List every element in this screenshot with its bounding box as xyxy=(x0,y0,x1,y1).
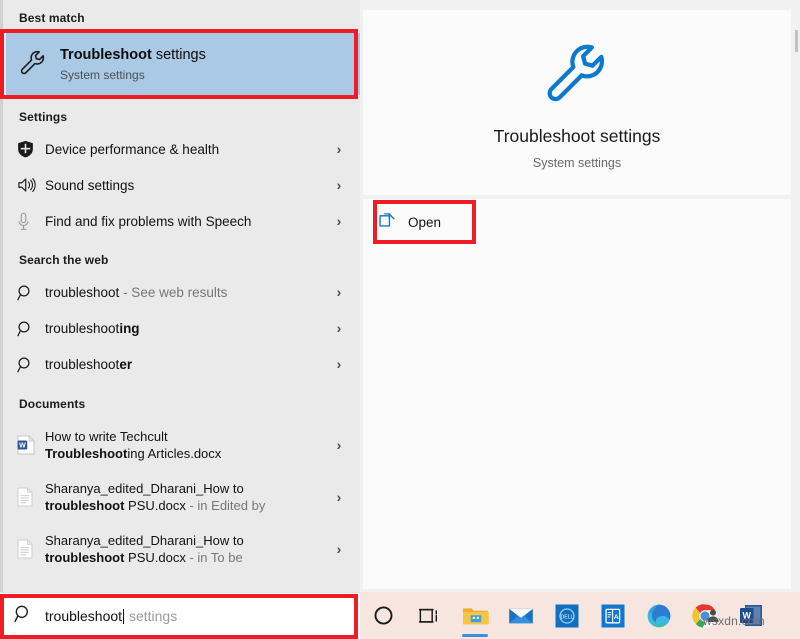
section-header-settings: Settings xyxy=(19,110,68,124)
web-result-label: troubleshooter xyxy=(45,356,133,372)
generic-document-icon xyxy=(17,485,45,509)
document-result-sharanya-edited-in-edited-by[interactable]: Sharanya_edited_Dharani_How to troublesh… xyxy=(3,471,360,523)
search-results-panel: Best match Troubleshoot settings System … xyxy=(0,0,360,592)
settings-item-label: Device performance & health xyxy=(45,141,220,157)
search-typed-text: troubleshoot xyxy=(45,608,123,624)
taskbar-active-indicator xyxy=(462,634,488,637)
document-result-text: Sharanya_edited_Dharani_How to troublesh… xyxy=(45,481,266,513)
best-match-subtitle: System settings xyxy=(60,68,145,82)
taskbar-item-dictionary-app[interactable]: A xyxy=(590,592,636,639)
preview-title: Troubleshoot settings xyxy=(493,126,661,146)
section-header-documents: Documents xyxy=(19,397,86,411)
web-result-label: troubleshooting xyxy=(45,320,140,336)
settings-item-find-fix-problems-speech[interactable]: Find and fix problems with Speech › xyxy=(3,203,360,239)
dictionary-app-icon: A xyxy=(601,604,625,627)
scrollbar-edge-sliver xyxy=(795,30,798,52)
settings-item-sound-settings[interactable]: Sound settings › xyxy=(3,167,360,203)
word-document-icon: W xyxy=(17,433,45,457)
preview-actions xyxy=(363,199,791,589)
chevron-right-icon[interactable]: › xyxy=(328,489,350,505)
settings-item-device-performance-health[interactable]: Device performance & health › xyxy=(3,131,360,167)
mail-icon xyxy=(509,608,533,623)
web-result-troubleshooter[interactable]: troubleshooter › xyxy=(3,346,360,382)
document-result-text: How to write Techcult Troubleshooting Ar… xyxy=(45,429,222,461)
speaker-icon xyxy=(17,173,45,197)
microphone-icon xyxy=(17,209,45,233)
search-input[interactable]: troubleshoot settings xyxy=(0,592,360,639)
chevron-right-icon[interactable]: › xyxy=(328,320,350,336)
search-icon xyxy=(14,604,33,628)
search-input-text: troubleshoot settings xyxy=(45,608,177,624)
taskbar-item-dell[interactable]: DELL xyxy=(544,592,590,639)
search-icon xyxy=(17,280,45,304)
section-header-search-the-web: Search the web xyxy=(19,253,109,267)
section-header-best-match: Best match xyxy=(19,11,85,25)
taskbar-item-task-view[interactable] xyxy=(406,592,452,639)
text-caret xyxy=(123,609,125,624)
settings-item-label: Sound settings xyxy=(45,177,135,193)
document-result-sharanya-edited-in-to-be[interactable]: Sharanya_edited_Dharani_How to troublesh… xyxy=(3,523,360,575)
svg-text:DELL: DELL xyxy=(561,614,574,620)
taskbar-item-cortana[interactable] xyxy=(360,592,406,639)
search-icon xyxy=(17,352,45,376)
web-result-label: troubleshoot - See web results xyxy=(45,284,228,300)
generic-document-icon xyxy=(17,537,45,561)
task-view-icon xyxy=(419,608,437,623)
cortana-circle-icon xyxy=(374,606,392,625)
document-result-techcult-troubleshooting-articles[interactable]: W How to write Techcult Troubleshooting … xyxy=(3,419,360,471)
chevron-right-icon[interactable]: › xyxy=(328,356,350,372)
shield-icon xyxy=(17,137,45,161)
preview-card: Troubleshoot settings System settings xyxy=(363,10,791,195)
preview-panel: Troubleshoot settings System settings xyxy=(360,0,800,592)
open-button-label: Open xyxy=(408,214,442,230)
chevron-right-icon[interactable]: › xyxy=(328,213,350,229)
open-in-new-icon xyxy=(378,211,398,234)
result-best-match-troubleshoot-settings[interactable]: Troubleshoot settings System settings xyxy=(6,33,360,95)
web-result-troubleshooting[interactable]: troubleshooting › xyxy=(3,310,360,346)
document-result-text: Sharanya_edited_Dharani_How to troublesh… xyxy=(45,533,244,565)
svg-text:A: A xyxy=(614,614,619,621)
search-icon xyxy=(17,316,45,340)
taskbar-item-mail[interactable] xyxy=(498,592,544,639)
chevron-right-icon[interactable]: › xyxy=(328,541,350,557)
chevron-right-icon[interactable]: › xyxy=(328,437,350,453)
settings-item-label: Find and fix problems with Speech xyxy=(45,213,252,229)
search-suggestion-text: settings xyxy=(125,608,178,624)
web-result-troubleshoot[interactable]: troubleshoot - See web results › xyxy=(3,274,360,310)
watermark: wsxdn.com xyxy=(703,614,765,628)
taskbar-item-microsoft-edge[interactable] xyxy=(636,592,682,639)
wrench-icon xyxy=(18,48,52,80)
start-menu-search-screen: Best match Troubleshoot settings System … xyxy=(0,0,800,639)
taskbar-item-file-explorer[interactable] xyxy=(452,592,498,639)
chevron-right-icon[interactable]: › xyxy=(328,141,350,157)
chevron-right-icon[interactable]: › xyxy=(328,284,350,300)
open-button[interactable]: Open xyxy=(378,205,472,239)
preview-subtitle: System settings xyxy=(532,156,622,170)
microsoft-edge-icon xyxy=(647,604,671,627)
file-explorer-icon xyxy=(462,608,489,625)
best-match-title: Troubleshoot settings xyxy=(60,47,206,63)
dell-icon: DELL xyxy=(555,604,579,627)
svg-text:W: W xyxy=(19,443,26,450)
preview-wrench-icon xyxy=(363,38,791,110)
chevron-right-icon[interactable]: › xyxy=(328,177,350,193)
